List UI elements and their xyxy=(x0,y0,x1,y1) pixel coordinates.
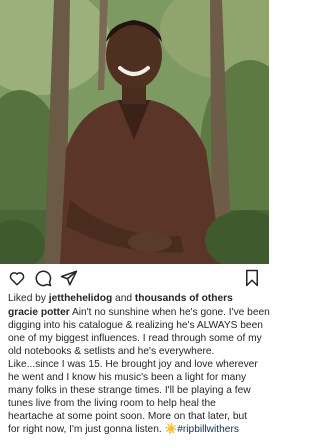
hashtag-link[interactable]: #ripbillwithers xyxy=(177,424,239,435)
caption-line: he went and I know his music's been a li… xyxy=(8,372,247,383)
liked-by-user-link[interactable]: jetthehelidog xyxy=(49,293,112,304)
liked-by-others-link[interactable]: thousands of others xyxy=(135,293,233,304)
liked-by-and: and xyxy=(115,293,133,304)
caption-line: heartache at some point soon. More on th… xyxy=(8,411,247,422)
post-action-bar xyxy=(0,264,269,292)
caption-line: one of my biggest influences. I read thr… xyxy=(8,333,262,344)
post-caption: gracie potter Ain't no sunshine when he'… xyxy=(8,306,270,436)
caption-line: Like...since I was 15. He brought joy an… xyxy=(8,359,258,370)
caption-line: digging into his catalogue & realizing h… xyxy=(8,320,263,331)
caption-line: Ain't no sunshine when he's gone. I've b… xyxy=(72,307,270,318)
likes-summary: Liked by jetthehelidog and thousands of … xyxy=(8,292,263,305)
liked-by-prefix: Liked by xyxy=(8,293,46,304)
post-image[interactable] xyxy=(0,0,269,264)
caption-line: tunes live from the living room to help … xyxy=(8,398,216,409)
caption-line: for right now, I'm just gonna listen. ☀️ xyxy=(8,424,178,435)
comment-bubble-icon[interactable] xyxy=(34,269,52,287)
caption-author-link[interactable]: gracie potter xyxy=(8,307,70,318)
heart-outline-icon[interactable] xyxy=(8,269,26,287)
post-text-area: Liked by jetthehelidog and thousands of … xyxy=(8,292,270,436)
paper-plane-icon[interactable] xyxy=(60,269,78,287)
caption-line: many folks in these strange times. I'll … xyxy=(8,385,251,396)
caption-line: old notebooks & setlists and he's everyw… xyxy=(8,346,215,357)
post-photo-illustration xyxy=(0,0,269,264)
bookmark-icon[interactable] xyxy=(243,269,261,287)
